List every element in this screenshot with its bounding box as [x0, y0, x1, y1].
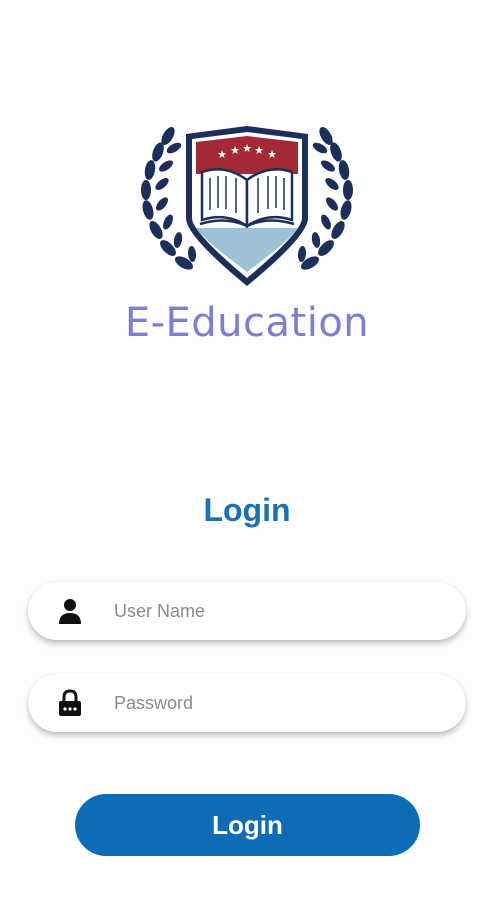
svg-text:★: ★: [217, 148, 227, 161]
school-crest-logo: ★ ★ ★ ★ ★: [141, 126, 353, 286]
svg-text:★: ★: [254, 144, 264, 157]
login-title: Login: [203, 492, 291, 528]
username-field-container[interactable]: [28, 582, 466, 640]
lock-icon: [59, 689, 81, 716]
svg-text:★: ★: [230, 144, 240, 157]
user-icon: [59, 599, 81, 624]
username-input[interactable]: [114, 582, 434, 640]
svg-text:★: ★: [242, 142, 252, 155]
login-button[interactable]: Login: [75, 794, 420, 856]
password-field-container[interactable]: [28, 674, 466, 732]
password-input[interactable]: [114, 674, 434, 732]
svg-text:★: ★: [267, 148, 277, 161]
brand-name: E-Education: [124, 300, 370, 346]
